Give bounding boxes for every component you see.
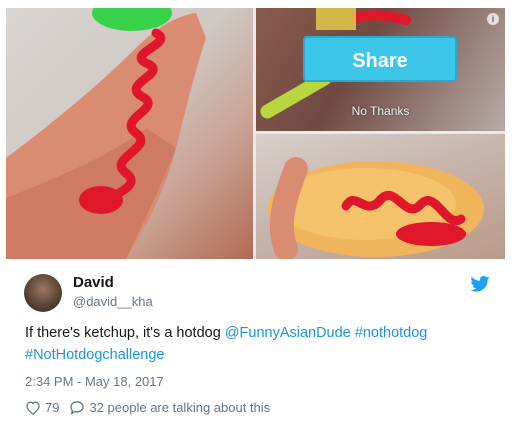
twitter-bird-icon[interactable] bbox=[470, 276, 490, 292]
media-photo-arm[interactable] bbox=[6, 8, 253, 259]
arm-ketchup-illustration bbox=[6, 8, 206, 259]
tweet-text: If there's ketchup, it's a hotdog @Funny… bbox=[25, 322, 495, 366]
media-photo-share-dialog[interactable]: Share No Thanks i bbox=[256, 8, 505, 131]
hashtag-link-nothotdogchallenge[interactable]: #NotHotdogchallenge bbox=[25, 347, 164, 363]
user-handle[interactable]: @david__kha bbox=[73, 294, 153, 309]
tweet-text-plain: If there's ketchup, it's a hotdog bbox=[25, 325, 225, 341]
hashtag-link-nothotdog[interactable]: #nothotdog bbox=[355, 325, 428, 341]
mention-link[interactable]: @FunnyAsianDude bbox=[225, 325, 351, 341]
tweet-actions: 79 32 people are talking about this bbox=[25, 400, 270, 415]
like-count[interactable]: 79 bbox=[45, 400, 59, 415]
tweet-media[interactable]: Share No Thanks i bbox=[6, 8, 505, 259]
comment-bubble-icon[interactable] bbox=[69, 400, 85, 415]
bun-ketchup-illustration bbox=[268, 157, 484, 259]
tweet-timestamp[interactable]: 2:34 PM - May 18, 2017 bbox=[25, 374, 164, 389]
no-thanks-link[interactable]: No Thanks bbox=[256, 104, 505, 118]
share-button[interactable]: Share bbox=[303, 36, 457, 82]
conversation-count[interactable]: 32 people are talking about this bbox=[89, 400, 270, 415]
user-display-name[interactable]: David bbox=[73, 274, 114, 291]
media-photo-bun[interactable] bbox=[256, 134, 505, 259]
heart-icon[interactable] bbox=[25, 400, 41, 415]
avatar[interactable] bbox=[24, 274, 62, 312]
info-icon[interactable]: i bbox=[487, 13, 499, 25]
